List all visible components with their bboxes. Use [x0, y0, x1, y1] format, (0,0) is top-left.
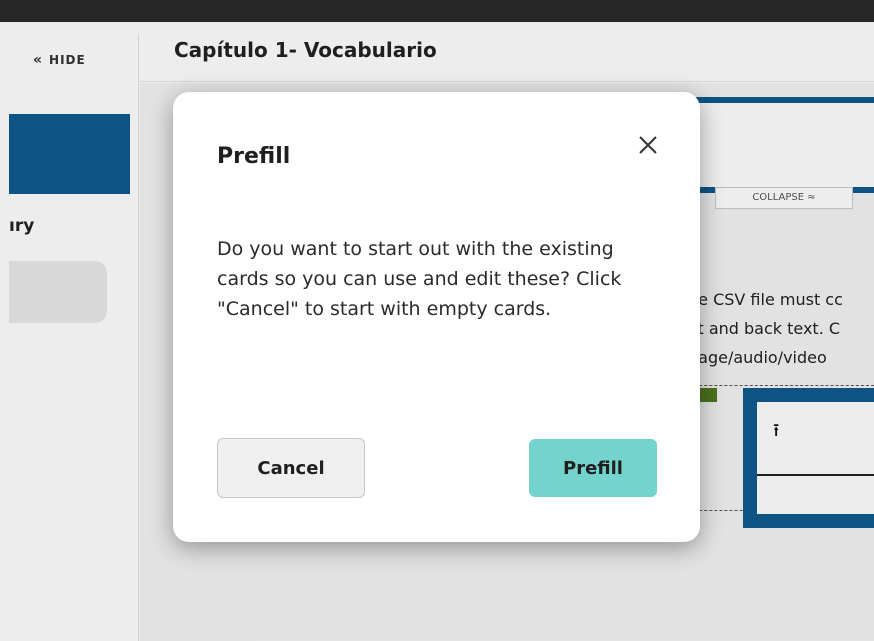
cancel-button[interactable]: Cancel: [217, 438, 365, 498]
prefill-button[interactable]: Prefill: [529, 439, 657, 497]
dialog-title: Prefill: [217, 144, 291, 169]
prefill-dialog: Prefill Do you want to start out with th…: [173, 92, 700, 542]
close-icon[interactable]: [635, 132, 661, 158]
dialog-message: Do you want to start out with the existi…: [217, 238, 622, 320]
